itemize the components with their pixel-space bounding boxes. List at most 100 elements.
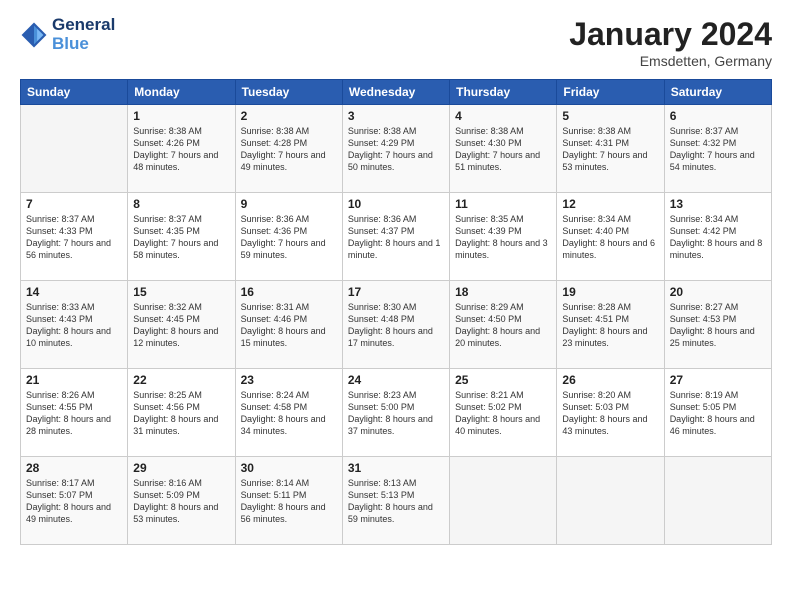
day-info: Sunrise: 8:14 AMSunset: 5:11 PMDaylight:… xyxy=(241,477,337,526)
day-number: 13 xyxy=(670,197,766,211)
day-number: 23 xyxy=(241,373,337,387)
calendar-cell-w5-d6 xyxy=(557,457,664,545)
calendar-cell-w4-d7: 27Sunrise: 8:19 AMSunset: 5:05 PMDayligh… xyxy=(664,369,771,457)
day-info: Sunrise: 8:29 AMSunset: 4:50 PMDaylight:… xyxy=(455,301,551,350)
title-area: January 2024 Emsdetten, Germany xyxy=(569,16,772,69)
calendar-cell-w5-d4: 31 Sunrise: 8:13 AMSunset: 5:13 PMDayligh… xyxy=(342,457,449,545)
day-number: 22 xyxy=(133,373,229,387)
calendar-week-3: 14Sunrise: 8:33 AMSunset: 4:43 PMDayligh… xyxy=(21,281,772,369)
calendar-cell-w1-d3: 2 Sunrise: 8:38 AMSunset: 4:28 PMDaylight… xyxy=(235,105,342,193)
day-number: 24 xyxy=(348,373,444,387)
day-number: 27 xyxy=(670,373,766,387)
calendar-cell-w2-d6: 12 Sunrise: 8:34 AMSunset: 4:40 PMDayligh… xyxy=(557,193,664,281)
calendar-cell-w4-d2: 22Sunrise: 8:25 AMSunset: 4:56 PMDayligh… xyxy=(128,369,235,457)
calendar-week-2: 7 Sunrise: 8:37 AMSunset: 4:33 PMDaylight… xyxy=(21,193,772,281)
day-number: 20 xyxy=(670,285,766,299)
calendar-header: Sunday Monday Tuesday Wednesday Thursday… xyxy=(21,80,772,105)
day-info: Sunrise: 8:36 AMSunset: 4:36 PMDaylight:… xyxy=(241,213,337,262)
day-info: Sunrise: 8:23 AMSunset: 5:00 PMDaylight:… xyxy=(348,389,444,438)
day-info: Sunrise: 8:20 AMSunset: 5:03 PMDaylight:… xyxy=(562,389,658,438)
day-number: 4 xyxy=(455,109,551,123)
day-number: 17 xyxy=(348,285,444,299)
day-number: 5 xyxy=(562,109,658,123)
location: Emsdetten, Germany xyxy=(569,53,772,69)
header: General Blue January 2024 Emsdetten, Ger… xyxy=(20,16,772,69)
calendar-cell-w2-d1: 7 Sunrise: 8:37 AMSunset: 4:33 PMDaylight… xyxy=(21,193,128,281)
day-info: Sunrise: 8:24 AMSunset: 4:58 PMDaylight:… xyxy=(241,389,337,438)
calendar-cell-w2-d4: 10Sunrise: 8:36 AMSunset: 4:37 PMDayligh… xyxy=(342,193,449,281)
day-info: Sunrise: 8:35 AMSunset: 4:39 PMDaylight:… xyxy=(455,213,551,262)
logo-text: General Blue xyxy=(52,16,115,53)
day-info: Sunrise: 8:27 AMSunset: 4:53 PMDaylight:… xyxy=(670,301,766,350)
day-number: 28 xyxy=(26,461,122,475)
header-monday: Monday xyxy=(128,80,235,105)
calendar-cell-w5-d2: 29Sunrise: 8:16 AMSunset: 5:09 PMDayligh… xyxy=(128,457,235,545)
header-friday: Friday xyxy=(557,80,664,105)
header-thursday: Thursday xyxy=(450,80,557,105)
calendar-week-4: 21 Sunrise: 8:26 AMSunset: 4:55 PMDayligh… xyxy=(21,369,772,457)
day-number: 15 xyxy=(133,285,229,299)
day-info: Sunrise: 8:38 AMSunset: 4:28 PMDaylight:… xyxy=(241,125,337,174)
calendar-cell-w3-d2: 15Sunrise: 8:32 AMSunset: 4:45 PMDayligh… xyxy=(128,281,235,369)
calendar-cell-w2-d2: 8 Sunrise: 8:37 AMSunset: 4:35 PMDaylight… xyxy=(128,193,235,281)
calendar-cell-w5-d5 xyxy=(450,457,557,545)
calendar-cell-w5-d1: 28 Sunrise: 8:17 AMSunset: 5:07 PMDayligh… xyxy=(21,457,128,545)
day-number: 2 xyxy=(241,109,337,123)
day-number: 19 xyxy=(562,285,658,299)
calendar-cell-w1-d4: 3Sunrise: 8:38 AMSunset: 4:29 PMDaylight… xyxy=(342,105,449,193)
day-number: 8 xyxy=(133,197,229,211)
day-info: Sunrise: 8:38 AMSunset: 4:31 PMDaylight:… xyxy=(562,125,658,174)
calendar-cell-w2-d5: 11Sunrise: 8:35 AMSunset: 4:39 PMDayligh… xyxy=(450,193,557,281)
day-number: 12 xyxy=(562,197,658,211)
calendar-cell-w1-d2: 1 Sunrise: 8:38 AMSunset: 4:26 PMDaylight… xyxy=(128,105,235,193)
calendar-body: 1 Sunrise: 8:38 AMSunset: 4:26 PMDaylight… xyxy=(21,105,772,545)
weekday-header-row: Sunday Monday Tuesday Wednesday Thursday… xyxy=(21,80,772,105)
month-title: January 2024 xyxy=(569,16,772,53)
calendar-cell-w3-d3: 16Sunrise: 8:31 AMSunset: 4:46 PMDayligh… xyxy=(235,281,342,369)
day-info: Sunrise: 8:37 AMSunset: 4:32 PMDaylight:… xyxy=(670,125,766,174)
calendar-cell-w1-d7: 6 Sunrise: 8:37 AMSunset: 4:32 PMDaylight… xyxy=(664,105,771,193)
day-number: 21 xyxy=(26,373,122,387)
day-number: 7 xyxy=(26,197,122,211)
logo: General Blue xyxy=(20,16,115,53)
day-number: 6 xyxy=(670,109,766,123)
calendar-cell-w4-d6: 26 Sunrise: 8:20 AMSunset: 5:03 PMDayligh… xyxy=(557,369,664,457)
calendar-cell-w1-d5: 4 Sunrise: 8:38 AMSunset: 4:30 PMDaylight… xyxy=(450,105,557,193)
calendar-week-5: 28 Sunrise: 8:17 AMSunset: 5:07 PMDayligh… xyxy=(21,457,772,545)
calendar-page: General Blue January 2024 Emsdetten, Ger… xyxy=(0,0,792,612)
day-info: Sunrise: 8:34 AMSunset: 4:40 PMDaylight:… xyxy=(562,213,658,262)
calendar-cell-w3-d1: 14Sunrise: 8:33 AMSunset: 4:43 PMDayligh… xyxy=(21,281,128,369)
day-info: Sunrise: 8:17 AMSunset: 5:07 PMDaylight:… xyxy=(26,477,122,526)
calendar-cell-w4-d4: 24 Sunrise: 8:23 AMSunset: 5:00 PMDayligh… xyxy=(342,369,449,457)
day-number: 9 xyxy=(241,197,337,211)
calendar-cell-w2-d3: 9 Sunrise: 8:36 AMSunset: 4:36 PMDaylight… xyxy=(235,193,342,281)
day-number: 25 xyxy=(455,373,551,387)
day-info: Sunrise: 8:38 AMSunset: 4:30 PMDaylight:… xyxy=(455,125,551,174)
day-number: 1 xyxy=(133,109,229,123)
calendar-cell-w3-d6: 19Sunrise: 8:28 AMSunset: 4:51 PMDayligh… xyxy=(557,281,664,369)
day-info: Sunrise: 8:38 AMSunset: 4:26 PMDaylight:… xyxy=(133,125,229,174)
header-sunday: Sunday xyxy=(21,80,128,105)
logo-icon xyxy=(20,21,48,49)
day-info: Sunrise: 8:26 AMSunset: 4:55 PMDaylight:… xyxy=(26,389,122,438)
day-info: Sunrise: 8:30 AMSunset: 4:48 PMDaylight:… xyxy=(348,301,444,350)
day-info: Sunrise: 8:37 AMSunset: 4:35 PMDaylight:… xyxy=(133,213,229,262)
calendar-cell-w4-d5: 25 Sunrise: 8:21 AMSunset: 5:02 PMDayligh… xyxy=(450,369,557,457)
day-info: Sunrise: 8:13 AMSunset: 5:13 PMDaylight:… xyxy=(348,477,444,526)
day-info: Sunrise: 8:37 AMSunset: 4:33 PMDaylight:… xyxy=(26,213,122,262)
day-number: 18 xyxy=(455,285,551,299)
header-tuesday: Tuesday xyxy=(235,80,342,105)
header-saturday: Saturday xyxy=(664,80,771,105)
day-number: 26 xyxy=(562,373,658,387)
day-number: 30 xyxy=(241,461,337,475)
day-number: 31 xyxy=(348,461,444,475)
day-number: 3 xyxy=(348,109,444,123)
calendar-cell-w4-d3: 23 Sunrise: 8:24 AMSunset: 4:58 PMDayligh… xyxy=(235,369,342,457)
day-info: Sunrise: 8:33 AMSunset: 4:43 PMDaylight:… xyxy=(26,301,122,350)
calendar-cell-w5-d3: 30 Sunrise: 8:14 AMSunset: 5:11 PMDayligh… xyxy=(235,457,342,545)
day-info: Sunrise: 8:36 AMSunset: 4:37 PMDaylight:… xyxy=(348,213,444,262)
day-info: Sunrise: 8:21 AMSunset: 5:02 PMDaylight:… xyxy=(455,389,551,438)
header-wednesday: Wednesday xyxy=(342,80,449,105)
calendar-week-1: 1 Sunrise: 8:38 AMSunset: 4:26 PMDaylight… xyxy=(21,105,772,193)
calendar-cell-w3-d5: 18 Sunrise: 8:29 AMSunset: 4:50 PMDayligh… xyxy=(450,281,557,369)
